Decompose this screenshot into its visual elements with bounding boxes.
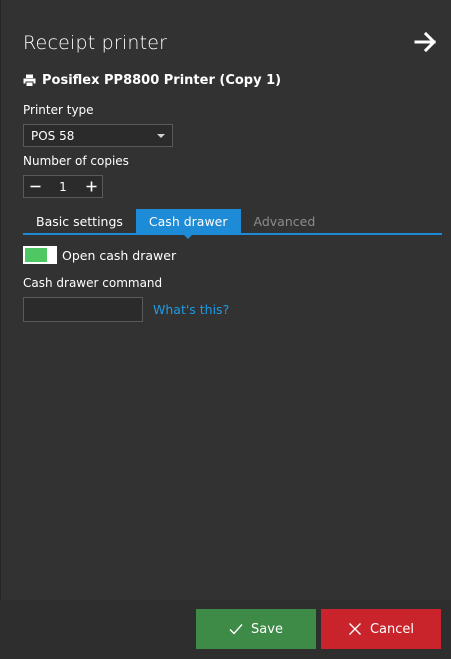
- printer-name: Posiflex PP8800 Printer (Copy 1): [42, 73, 282, 88]
- tab-cash-drawer[interactable]: Cash drawer: [135, 209, 241, 239]
- increment-button[interactable]: [80, 176, 102, 197]
- tab-advanced[interactable]: Advanced: [241, 209, 329, 233]
- printer-type-value: POS 58: [31, 128, 75, 143]
- whats-this-link[interactable]: What's this?: [153, 302, 229, 317]
- printer-type-label: Printer type: [23, 103, 94, 117]
- cash-drawer-command-input[interactable]: [23, 297, 143, 322]
- copies-value[interactable]: 1: [46, 180, 80, 194]
- close-icon: [348, 623, 361, 635]
- settings-tabs: Basic settings Cash drawer Advanced: [23, 209, 442, 239]
- open-cash-drawer-toggle[interactable]: [23, 246, 57, 264]
- printer-name-row: Posiflex PP8800 Printer (Copy 1): [23, 73, 281, 88]
- printer-type-select[interactable]: POS 58: [23, 124, 173, 147]
- plus-icon: [86, 181, 96, 192]
- decrement-button[interactable]: [24, 176, 46, 197]
- tab-basic-settings[interactable]: Basic settings: [23, 209, 136, 233]
- copies-label: Number of copies: [23, 154, 129, 168]
- check-icon: [229, 624, 243, 635]
- copies-stepper: 1: [23, 175, 103, 198]
- minus-icon: [30, 185, 40, 188]
- cancel-label: Cancel: [369, 621, 415, 637]
- open-cash-drawer-row: Open cash drawer: [23, 246, 176, 264]
- save-button[interactable]: Save: [196, 609, 316, 649]
- save-label: Save: [251, 621, 283, 637]
- arrow-right-icon: [414, 31, 437, 53]
- toggle-on-indicator: [25, 248, 47, 262]
- receipt-printer-panel: Receipt printer Posiflex PP8800 Printer …: [0, 0, 451, 600]
- close-panel-button[interactable]: [413, 30, 439, 54]
- chevron-down-icon: [157, 134, 165, 138]
- cancel-button[interactable]: Cancel: [321, 609, 441, 649]
- cash-drawer-command-label: Cash drawer command: [23, 276, 163, 290]
- page-title: Receipt printer: [23, 32, 168, 54]
- open-cash-drawer-label: Open cash drawer: [62, 247, 177, 263]
- printer-icon: [23, 74, 36, 87]
